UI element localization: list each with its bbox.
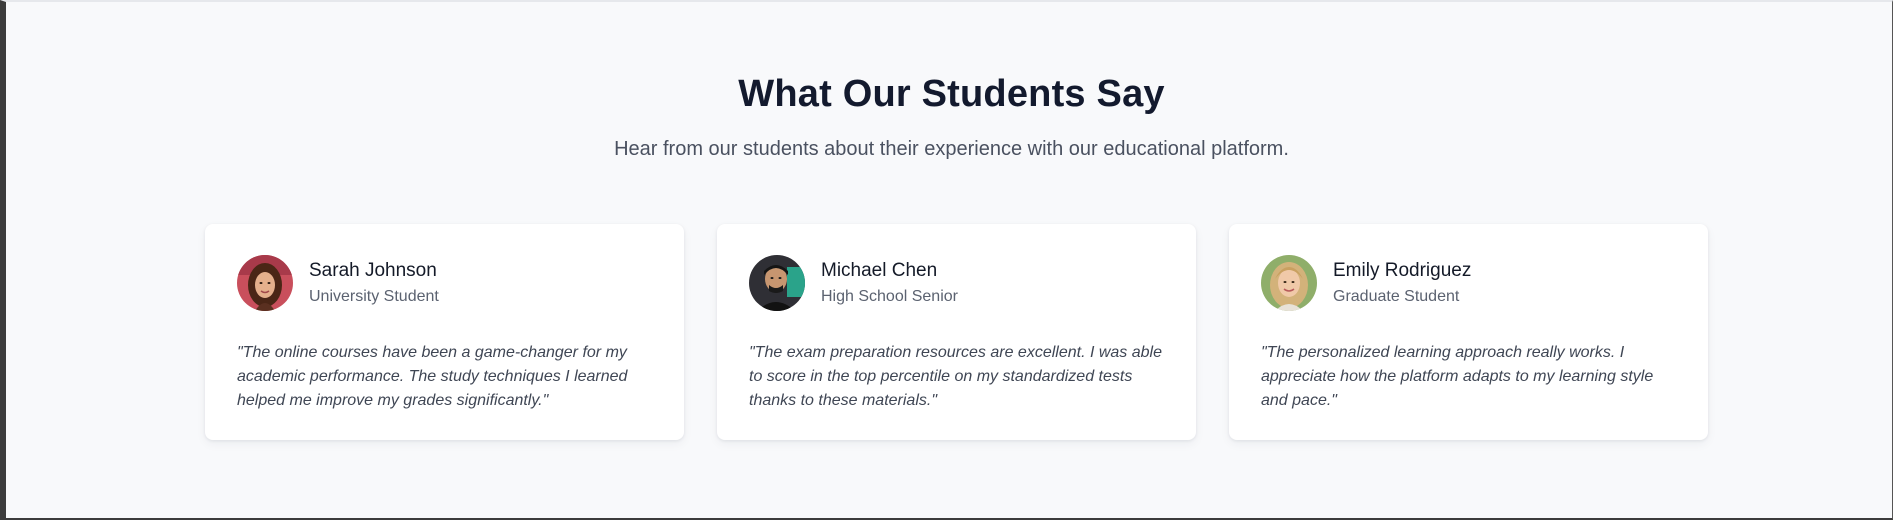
testimonial-card: Emily Rodriguez Graduate Student "The pe… [1229, 224, 1708, 440]
student-role: University Student [309, 288, 439, 305]
card-header: Sarah Johnson University Student [237, 255, 652, 311]
testimonial-quote: "The online courses have been a game-cha… [237, 344, 628, 409]
testimonial-quote: "The exam preparation resources are exce… [749, 344, 1162, 409]
testimonial-cards: Sarah Johnson University Student "The on… [205, 224, 1708, 440]
avatar-michael-icon [749, 255, 805, 311]
testimonial-card: Michael Chen High School Senior "The exa… [717, 224, 1196, 440]
avatar [1261, 255, 1317, 311]
testimonials-section: What Our Students Say Hear from our stud… [12, 4, 1891, 516]
student-name: Emily Rodriguez [1333, 260, 1472, 281]
section-title: What Our Students Say [738, 73, 1165, 115]
section-subtitle: Hear from our students about their exper… [614, 138, 1289, 160]
page-frame: What Our Students Say Hear from our stud… [0, 0, 1893, 520]
avatar-sarah-icon [237, 255, 293, 311]
student-name: Sarah Johnson [309, 260, 437, 281]
student-role: Graduate Student [1333, 288, 1460, 305]
student-info: Michael Chen High School Senior [821, 259, 958, 307]
student-info: Emily Rodriguez Graduate Student [1333, 259, 1471, 307]
student-info: Sarah Johnson University Student [309, 259, 439, 307]
avatar [749, 255, 805, 311]
student-role: High School Senior [821, 288, 958, 305]
testimonial-card: Sarah Johnson University Student "The on… [205, 224, 684, 440]
student-name: Michael Chen [821, 260, 938, 281]
avatar-emily-icon [1261, 255, 1317, 311]
card-header: Emily Rodriguez Graduate Student [1261, 255, 1676, 311]
testimonial-quote: "The personalized learning approach real… [1261, 344, 1654, 409]
card-header: Michael Chen High School Senior [749, 255, 1164, 311]
avatar [237, 255, 293, 311]
